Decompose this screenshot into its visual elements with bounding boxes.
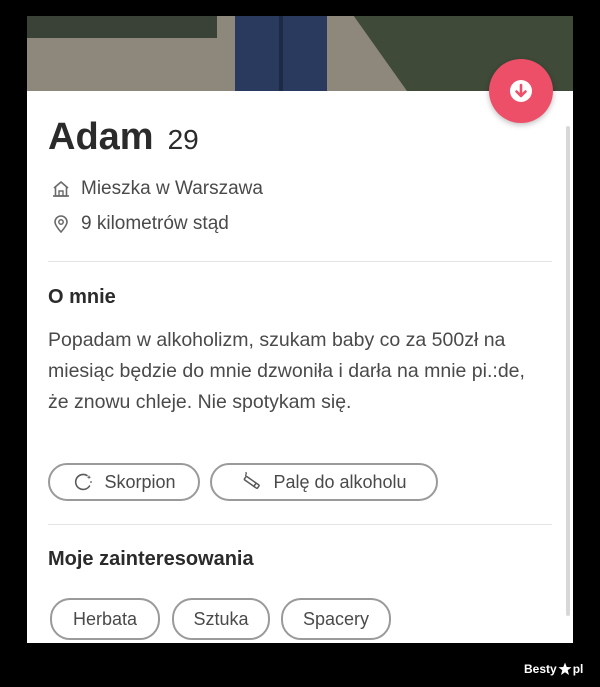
interest-item: Spacery — [281, 598, 391, 640]
interest-item: Herbata — [50, 598, 160, 640]
distance-line: 9 kilometrów stąd — [51, 213, 229, 235]
watermark: Besty pl — [524, 662, 583, 676]
scrollbar[interactable] — [566, 126, 570, 616]
location-line: Mieszka w Warszawa — [51, 178, 263, 200]
about-title: O mnie — [48, 286, 116, 308]
interest-label: Herbata — [72, 608, 138, 629]
smoking-icon — [241, 471, 263, 493]
tag-smoking: Palę do alkoholu — [210, 463, 438, 501]
bio-text: Popadam w alkoholizm, szukam baby co za … — [48, 329, 525, 413]
profile-name: Adam — [48, 116, 154, 158]
star-icon — [558, 662, 572, 676]
interest-item: Sztuka — [172, 598, 270, 640]
profile-card: Adam 29 Mieszka w Warszawa 9 kilometrów … — [27, 16, 573, 643]
name-row: Adam 29 — [48, 116, 199, 159]
zodiac-icon — [72, 471, 94, 493]
location-text: Mieszka w Warszawa — [81, 178, 263, 199]
interest-label: Sztuka — [193, 608, 249, 629]
watermark-text-left: Besty — [524, 662, 557, 676]
divider — [48, 261, 552, 262]
watermark-text-right: pl — [572, 662, 584, 676]
photo-person — [235, 16, 327, 91]
profile-age: 29 — [167, 124, 199, 155]
arrow-down-icon — [508, 78, 534, 104]
divider — [48, 524, 552, 525]
tag-zodiac-label: Skorpion — [104, 471, 176, 492]
location-pin-icon — [51, 214, 71, 234]
interests-title: Moje zainteresowania — [48, 548, 254, 570]
tag-zodiac: Skorpion — [48, 463, 200, 501]
interest-label: Spacery — [302, 608, 370, 629]
photo-edge — [27, 16, 217, 38]
distance-text: 9 kilometrów stąd — [81, 213, 229, 234]
tag-smoking-label: Palę do alkoholu — [273, 471, 407, 492]
home-icon — [51, 179, 71, 199]
dislike-button[interactable] — [489, 59, 553, 123]
